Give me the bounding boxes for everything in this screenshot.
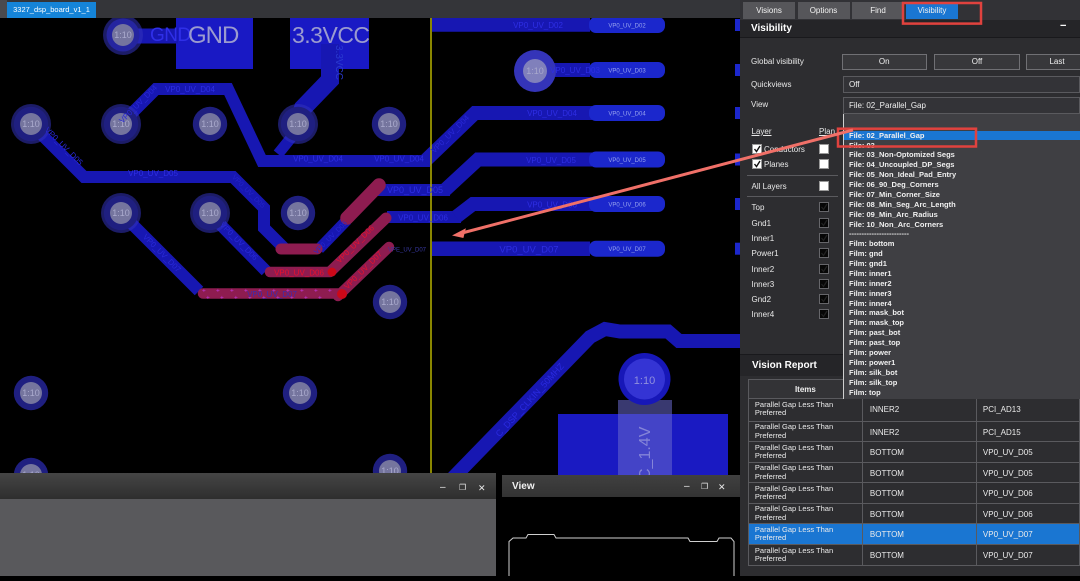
svg-text:1:10: 1:10 <box>634 375 655 387</box>
svg-text:VP0_UV_D02: VP0_UV_D02 <box>513 21 563 30</box>
svg-text:3.3VCC: 3.3VCC <box>292 22 370 48</box>
svg-text:1:10: 1:10 <box>289 119 307 129</box>
svg-text:VP0_UV_D03: VP0_UV_D03 <box>608 69 646 75</box>
svg-text:VP0_UV_D03: VP0_UV_D03 <box>550 66 600 75</box>
svg-text:VP0_UV_D06: VP0_UV_D06 <box>274 269 324 278</box>
svg-text:VP0_UV_D04: VP0_UV_D04 <box>165 85 215 94</box>
svg-text:GND: GND <box>188 22 239 49</box>
svg-text:VP0_UV_D05: VP0_UV_D05 <box>526 156 576 165</box>
svg-text:VP0_UV_D04: VP0_UV_D04 <box>527 109 577 118</box>
svg-text:VP0_UV_D04: VP0_UV_D04 <box>293 155 343 164</box>
svg-text:1:10: 1:10 <box>114 30 132 40</box>
svg-text:VP0_UV_D06: VP0_UV_D06 <box>608 203 646 209</box>
svg-text:VP0_UV_D07: VP0_UV_D07 <box>608 247 646 253</box>
svg-text:1:10: 1:10 <box>22 119 40 129</box>
svg-text:1:10: 1:10 <box>291 388 309 398</box>
svg-text:VP0_UV_D05: VP0_UV_D05 <box>608 158 646 164</box>
svg-text:1:10: 1:10 <box>22 388 40 398</box>
svg-text:VP0_UV_D05: VP0_UV_D05 <box>387 185 443 195</box>
svg-text:3.3VCC: 3.3VCC <box>333 45 344 80</box>
svg-text:VP0_UV_D07: VP0_UV_D07 <box>247 290 297 299</box>
svg-text:1:10: 1:10 <box>526 66 544 76</box>
svg-text:1:10: 1:10 <box>201 208 219 218</box>
svg-text:VP0_UV_D05: VP0_UV_D05 <box>128 169 178 178</box>
svg-text:VP0_UV_D04: VP0_UV_D04 <box>374 155 424 164</box>
svg-text:VP0_UV_D04: VP0_UV_D04 <box>608 112 646 118</box>
svg-text:VP0_UV_D02: VP0_UV_D02 <box>608 24 646 30</box>
svg-text:C_1.4V: C_1.4V <box>637 426 654 480</box>
svg-text:1:10: 1:10 <box>201 119 219 129</box>
svg-text:1:10: 1:10 <box>381 297 399 307</box>
svg-text:1:10: 1:10 <box>380 119 398 129</box>
svg-text:1:10: 1:10 <box>289 208 307 218</box>
svg-text:VP0_UV_D06: VP0_UV_D06 <box>398 214 448 223</box>
svg-text:1:10: 1:10 <box>112 208 130 218</box>
svg-text:VP0_UV_D06: VP0_UV_D06 <box>527 201 577 210</box>
svg-text:VPE_UV_D07: VPE_UV_D07 <box>388 248 427 254</box>
svg-text:GND: GND <box>150 25 191 46</box>
svg-text:VP0_UV_D07: VP0_UV_D07 <box>499 245 558 256</box>
